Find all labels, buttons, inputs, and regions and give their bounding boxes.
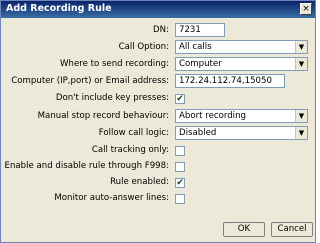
dont-include-keys-label: Don't include key presses: xyxy=(55,93,169,103)
computer-or-email-label: Computer (IP,port) or Email address: xyxy=(11,76,169,86)
monitor-auto-answer-label: Monitor auto-answer lines: xyxy=(54,193,169,203)
call-option-label: Call Option: xyxy=(118,42,169,52)
follow-call-logic-label: Follow call logic: xyxy=(98,128,169,138)
dont-include-keys-checkbox[interactable]: ✔ xyxy=(175,94,185,104)
window-title: Add Recording Rule xyxy=(6,3,112,14)
call-tracking-only-label: Call tracking only: xyxy=(91,145,169,155)
dn-label: DN: xyxy=(153,25,169,35)
call-tracking-only-checkbox[interactable] xyxy=(175,146,185,156)
computer-or-email-field[interactable]: 172.24.112.74,15050 xyxy=(175,74,285,88)
title-bar[interactable]: Add Recording Rule × xyxy=(1,1,315,18)
chevron-down-icon[interactable]: ▼ xyxy=(295,41,307,53)
monitor-auto-answer-checkbox[interactable] xyxy=(175,194,185,204)
add-recording-rule-dialog: Add Recording Rule × DN: 7231 Call Optio… xyxy=(0,0,316,243)
call-option-select[interactable]: All calls ▼ xyxy=(175,40,308,54)
manual-stop-label: Manual stop record behaviour: xyxy=(37,111,169,121)
chevron-down-icon[interactable]: ▼ xyxy=(295,127,307,139)
cancel-button[interactable]: Cancel xyxy=(271,222,313,237)
ok-button[interactable]: OK xyxy=(223,222,265,237)
manual-stop-value: Abort recording xyxy=(179,111,246,121)
close-button[interactable]: × xyxy=(300,3,312,15)
chevron-down-icon[interactable]: ▼ xyxy=(295,58,307,70)
rule-enabled-checkbox[interactable]: ✔ xyxy=(175,178,185,188)
dn-field[interactable]: 7231 xyxy=(175,23,225,37)
call-option-value: All calls xyxy=(179,42,212,52)
where-to-send-select[interactable]: Computer ▼ xyxy=(175,57,308,71)
follow-call-logic-value: Disabled xyxy=(179,128,217,138)
enable-disable-f998-checkbox[interactable] xyxy=(175,162,185,172)
follow-call-logic-select[interactable]: Disabled ▼ xyxy=(175,126,308,140)
where-to-send-value: Computer xyxy=(179,59,222,69)
where-to-send-label: Where to send recording: xyxy=(60,59,169,69)
close-icon: × xyxy=(302,4,310,14)
rule-enabled-label: Rule enabled: xyxy=(110,177,169,187)
enable-disable-f998-label: Enable and disable rule through F998: xyxy=(4,161,169,171)
manual-stop-select[interactable]: Abort recording ▼ xyxy=(175,109,308,123)
chevron-down-icon[interactable]: ▼ xyxy=(295,110,307,122)
